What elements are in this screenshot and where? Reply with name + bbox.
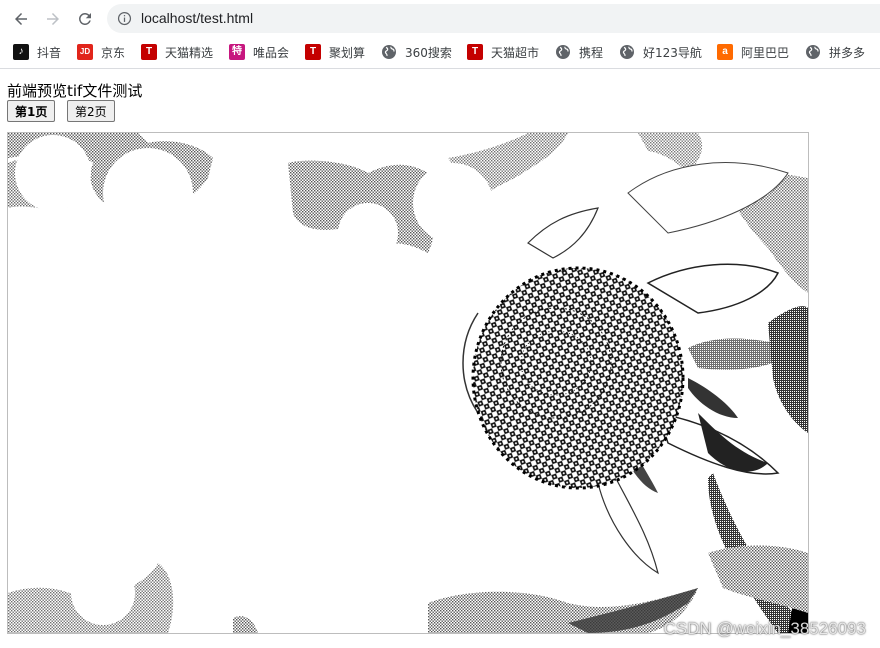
reload-icon xyxy=(79,13,91,25)
bookmark-label: 京东 xyxy=(101,45,126,60)
jd-icon: JD xyxy=(77,44,93,60)
bookmark-label: 抖音 xyxy=(37,45,62,60)
bookmark-label: 天猫超市 xyxy=(491,45,540,60)
tmall-icon: T xyxy=(467,44,483,60)
info-icon[interactable] xyxy=(117,11,132,26)
arrow-left-icon xyxy=(15,13,27,25)
bookmark-tmall-market[interactable]: T 天猫超市 xyxy=(467,43,539,61)
juhuasuan-icon: T xyxy=(305,44,321,60)
bookmark-jd[interactable]: JD 京东 xyxy=(77,43,125,61)
page-title: 前端预览tif文件测试 xyxy=(7,82,143,100)
bookmark-label: 携程 xyxy=(579,45,604,60)
bookmark-label: 拼多多 xyxy=(829,45,866,60)
bookmark-label: 360搜索 xyxy=(405,45,452,60)
bookmarks-bar: ♪ 抖音 JD 京东 T 天猫精选 特 唯品会 T 聚划算 360搜索 T 天猫… xyxy=(0,37,880,69)
tif-preview-image xyxy=(7,132,809,634)
bookmark-hao123[interactable]: 好123导航 xyxy=(619,43,702,61)
bookmark-pinduoduo[interactable]: 拼多多 xyxy=(805,43,865,61)
reload-button[interactable] xyxy=(72,6,98,32)
globe-icon xyxy=(556,45,570,59)
arrow-right-icon xyxy=(47,13,59,25)
page-1-button[interactable]: 第1页 xyxy=(7,100,56,122)
bookmark-ctrip[interactable]: 携程 xyxy=(555,43,603,61)
bookmark-label: 阿里巴巴 xyxy=(741,45,790,60)
watermark: CSDN @weixin_38526093 xyxy=(663,619,866,638)
bookmark-label: 唯品会 xyxy=(253,45,290,60)
alibaba-icon: a xyxy=(717,44,733,60)
globe-icon xyxy=(806,45,820,59)
bookmark-label: 天猫精选 xyxy=(165,45,214,60)
address-bar[interactable]: localhost/test.html xyxy=(107,4,880,33)
douyin-icon: ♪ xyxy=(13,44,29,60)
sunflower-image xyxy=(8,133,808,633)
forward-button[interactable] xyxy=(40,6,66,32)
bookmark-360[interactable]: 360搜索 xyxy=(381,43,452,61)
vip-icon: 特 xyxy=(229,44,245,60)
bookmark-label: 好123导航 xyxy=(643,45,702,60)
globe-icon xyxy=(382,45,396,59)
bookmark-douyin[interactable]: ♪ 抖音 xyxy=(13,43,61,61)
bookmark-label: 聚划算 xyxy=(329,45,366,60)
browser-toolbar: localhost/test.html xyxy=(0,0,880,37)
bookmark-vip[interactable]: 特 唯品会 xyxy=(229,43,289,61)
url-text[interactable]: localhost/test.html xyxy=(141,10,253,26)
bookmark-alibaba[interactable]: a 阿里巴巴 xyxy=(717,43,789,61)
tmall-icon: T xyxy=(141,44,157,60)
globe-icon xyxy=(620,45,634,59)
bookmark-juhuasuan[interactable]: T 聚划算 xyxy=(305,43,365,61)
back-button[interactable] xyxy=(8,6,34,32)
bookmark-tmall-select[interactable]: T 天猫精选 xyxy=(141,43,213,61)
page-2-button[interactable]: 第2页 xyxy=(67,100,115,122)
